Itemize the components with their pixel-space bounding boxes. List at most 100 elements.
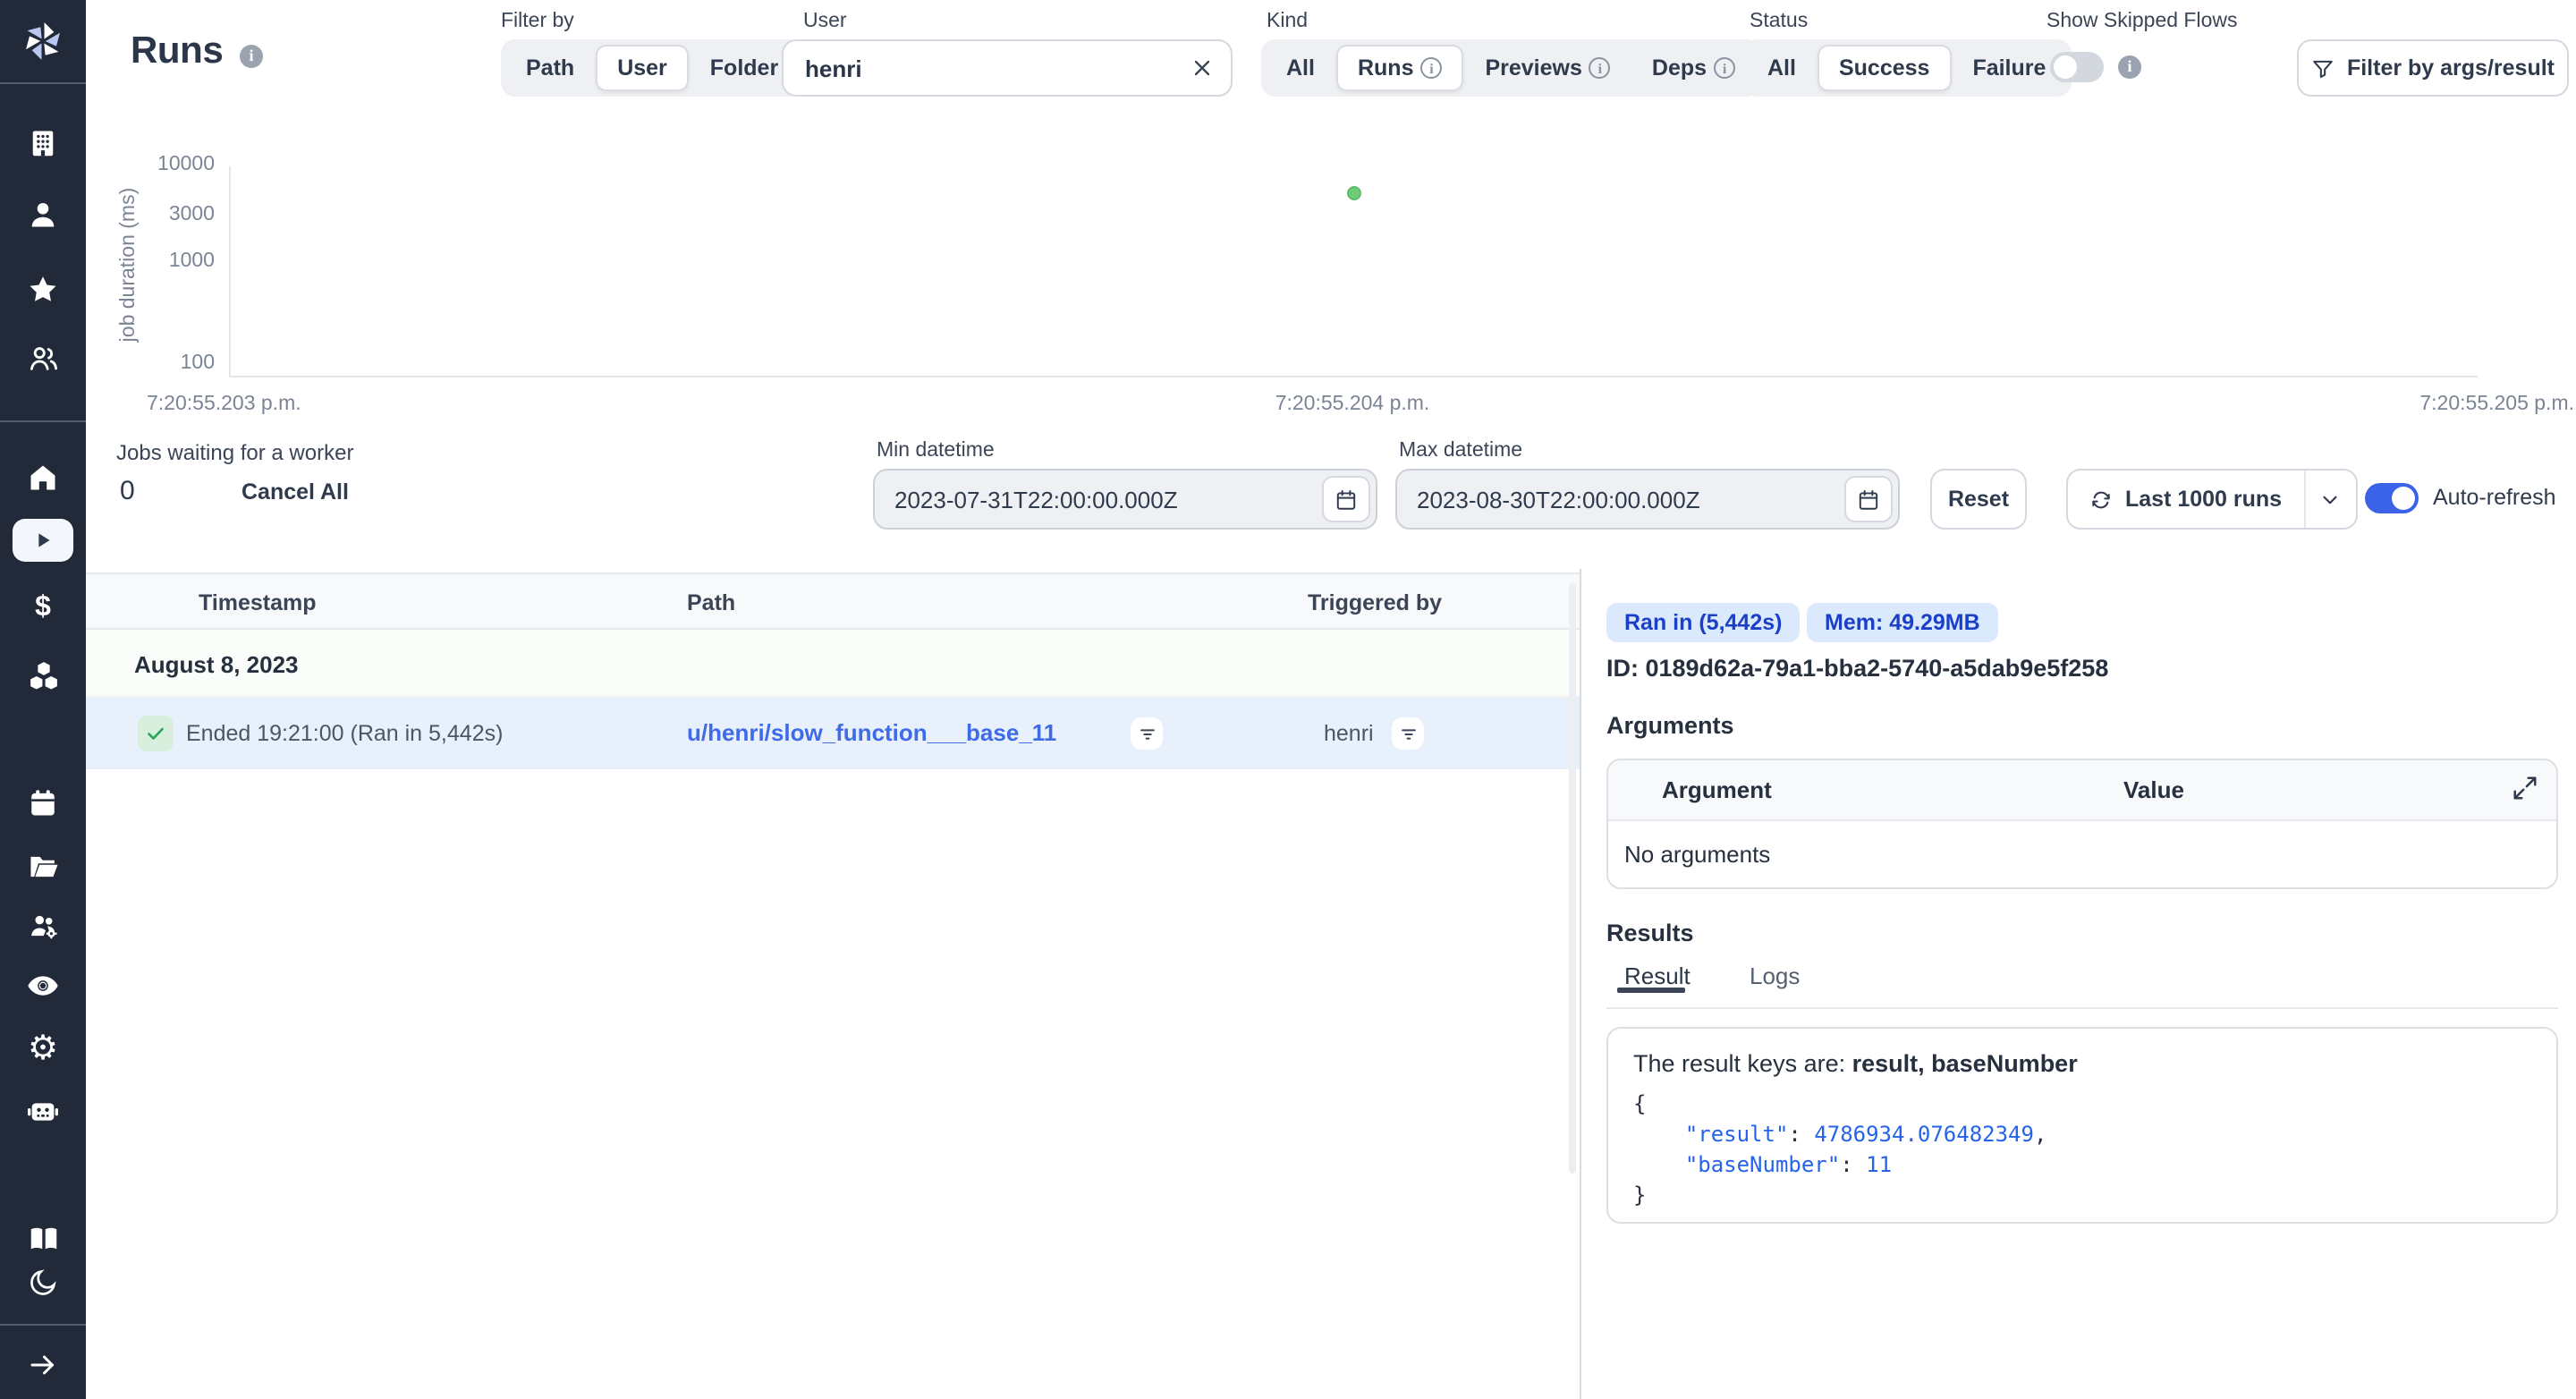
sidebar-item-resources[interactable]	[0, 657, 86, 692]
reset-button[interactable]: Reset	[1930, 469, 2027, 530]
toggle-knob	[2054, 55, 2077, 79]
max-datetime-input[interactable]	[1397, 471, 1898, 528]
kind-all-button[interactable]: All	[1267, 45, 1335, 91]
tab-logs[interactable]: Logs	[1746, 962, 1803, 989]
kind-runs-button[interactable]: Runs i	[1336, 45, 1464, 91]
arguments-title: Arguments	[1606, 712, 1734, 739]
book-open-icon	[26, 1221, 60, 1255]
argument-column: Argument	[1662, 776, 1772, 803]
windmill-logo[interactable]	[0, 0, 86, 84]
kind-deps-label: Deps	[1652, 55, 1707, 81]
active-tab-underline	[1617, 988, 1685, 993]
reload-options-button[interactable]	[2303, 471, 2355, 528]
sidebar-item-groups[interactable]	[0, 340, 86, 376]
runs-page: $	[0, 0, 2576, 1399]
results-tabs: Result Logs	[1606, 962, 2558, 1009]
filter-by-user-button[interactable]: User	[596, 45, 689, 91]
sidebar: $	[0, 0, 86, 1399]
filter-by-path-button[interactable]: Path	[506, 45, 594, 91]
moon-icon	[27, 1267, 59, 1299]
filter-args-button[interactable]: Filter by args/result	[2297, 39, 2569, 97]
gear-icon: ⚙	[28, 1031, 58, 1065]
chart-data-point[interactable]	[1346, 187, 1360, 201]
min-datetime-label: Min datetime	[877, 440, 995, 462]
result-summary-keys: result, baseNumber	[1852, 1050, 2078, 1077]
status-all-button[interactable]: All	[1748, 45, 1816, 91]
sidebar-item-ai-assistant[interactable]	[0, 1093, 86, 1129]
duration-badge[interactable]: Ran in (5,442s)	[1606, 603, 1800, 642]
show-skipped-toggle[interactable]	[2050, 52, 2104, 82]
run-timestamp: Ended 19:21:00 (Ran in 5,442s)	[186, 721, 503, 746]
sidebar-divider	[0, 420, 86, 422]
user-filter-input[interactable]	[784, 41, 1231, 95]
table-scrollbar[interactable]	[1569, 583, 1576, 1174]
user-filter-label: User	[803, 11, 847, 32]
sidebar-item-runs-active[interactable]	[13, 519, 73, 562]
sidebar-item-user[interactable]	[0, 197, 86, 233]
reload-button[interactable]: Last 1000 runs	[2068, 471, 2303, 528]
filter-args-button-label: Filter by args/result	[2347, 55, 2555, 81]
result-summary-prefix: The result keys are:	[1633, 1050, 1852, 1077]
folder-open-icon	[26, 849, 60, 883]
kind-previews-button[interactable]: Previews i	[1465, 45, 1630, 91]
sidebar-item-workspace[interactable]	[0, 125, 86, 161]
kind-label: Kind	[1267, 11, 1308, 32]
min-datetime-calendar-button[interactable]	[1322, 476, 1370, 522]
run-path-link[interactable]: u/henri/slow_function___base_11	[687, 719, 1056, 746]
show-skipped-info-icon[interactable]: i	[2118, 55, 2141, 79]
chart-y-axis	[229, 166, 231, 377]
tab-result[interactable]: Result	[1621, 962, 1694, 989]
info-icon: i	[1714, 57, 1735, 79]
arguments-table-header: Argument Value	[1608, 760, 2556, 821]
max-datetime-label: Max datetime	[1399, 440, 1522, 462]
users-icon	[26, 341, 60, 375]
home-icon	[27, 462, 59, 494]
sidebar-item-members[interactable]	[0, 907, 86, 943]
run-row[interactable]: Ended 19:21:00 (Ran in 5,442s) u/henri/s…	[86, 698, 1580, 769]
person-icon	[27, 199, 59, 231]
sidebar-item-settings[interactable]: ⚙	[0, 1030, 86, 1066]
sidebar-item-dark-mode[interactable]	[0, 1265, 86, 1301]
auto-refresh-toggle[interactable]	[2365, 483, 2419, 513]
filter-by-this-user-button[interactable]	[1392, 717, 1424, 750]
status-success-button[interactable]: Success	[1818, 45, 1951, 91]
min-datetime-input[interactable]	[875, 471, 1376, 528]
star-icon	[27, 274, 59, 306]
sidebar-item-home[interactable]	[0, 460, 86, 496]
sidebar-item-docs[interactable]	[0, 1220, 86, 1256]
toggle-knob	[2392, 487, 2415, 510]
json-colon: :	[1840, 1152, 1866, 1177]
sidebar-item-favorites[interactable]	[0, 272, 86, 308]
filter-by-label: Filter by	[501, 11, 574, 32]
kind-previews-label: Previews	[1485, 55, 1581, 81]
status-failure-button[interactable]: Failure	[1953, 45, 2065, 91]
arrow-right-icon	[27, 1349, 59, 1381]
max-datetime-calendar-button[interactable]	[1844, 476, 1893, 522]
run-triggered-by: henri	[1324, 721, 1374, 746]
json-key-result: "result"	[1685, 1122, 1789, 1147]
sidebar-item-audit-logs[interactable]	[0, 968, 86, 1004]
status-segmented: All Success Failure	[1742, 39, 2071, 97]
users-gear-icon	[26, 908, 60, 942]
runs-info-icon[interactable]: i	[240, 45, 263, 68]
user-filter-field	[782, 39, 1233, 97]
sidebar-item-cost[interactable]: $	[0, 590, 86, 626]
reload-split-button: Last 1000 runs	[2066, 469, 2357, 530]
expand-icon[interactable]	[2512, 775, 2538, 801]
windmill-logo-icon	[20, 18, 66, 64]
cancel-all-button[interactable]: Cancel All	[242, 479, 349, 504]
kind-deps-button[interactable]: Deps i	[1632, 45, 1755, 91]
value-column: Value	[2123, 776, 2184, 803]
filter-by-this-path-button[interactable]	[1131, 717, 1163, 750]
queue-count: 0	[120, 476, 135, 506]
sidebar-item-folders[interactable]	[0, 848, 86, 884]
page-title: Runs	[131, 30, 223, 73]
sidebar-item-schedules[interactable]	[0, 785, 86, 821]
clear-user-filter-icon[interactable]	[1190, 55, 1215, 81]
building-icon	[27, 127, 59, 159]
column-triggered-by: Triggered by	[1308, 590, 1442, 615]
sidebar-item-expand[interactable]	[0, 1347, 86, 1383]
check-icon	[145, 723, 166, 744]
eye-icon	[25, 968, 61, 1004]
memory-badge[interactable]: Mem: 49.29MB	[1807, 603, 1998, 642]
